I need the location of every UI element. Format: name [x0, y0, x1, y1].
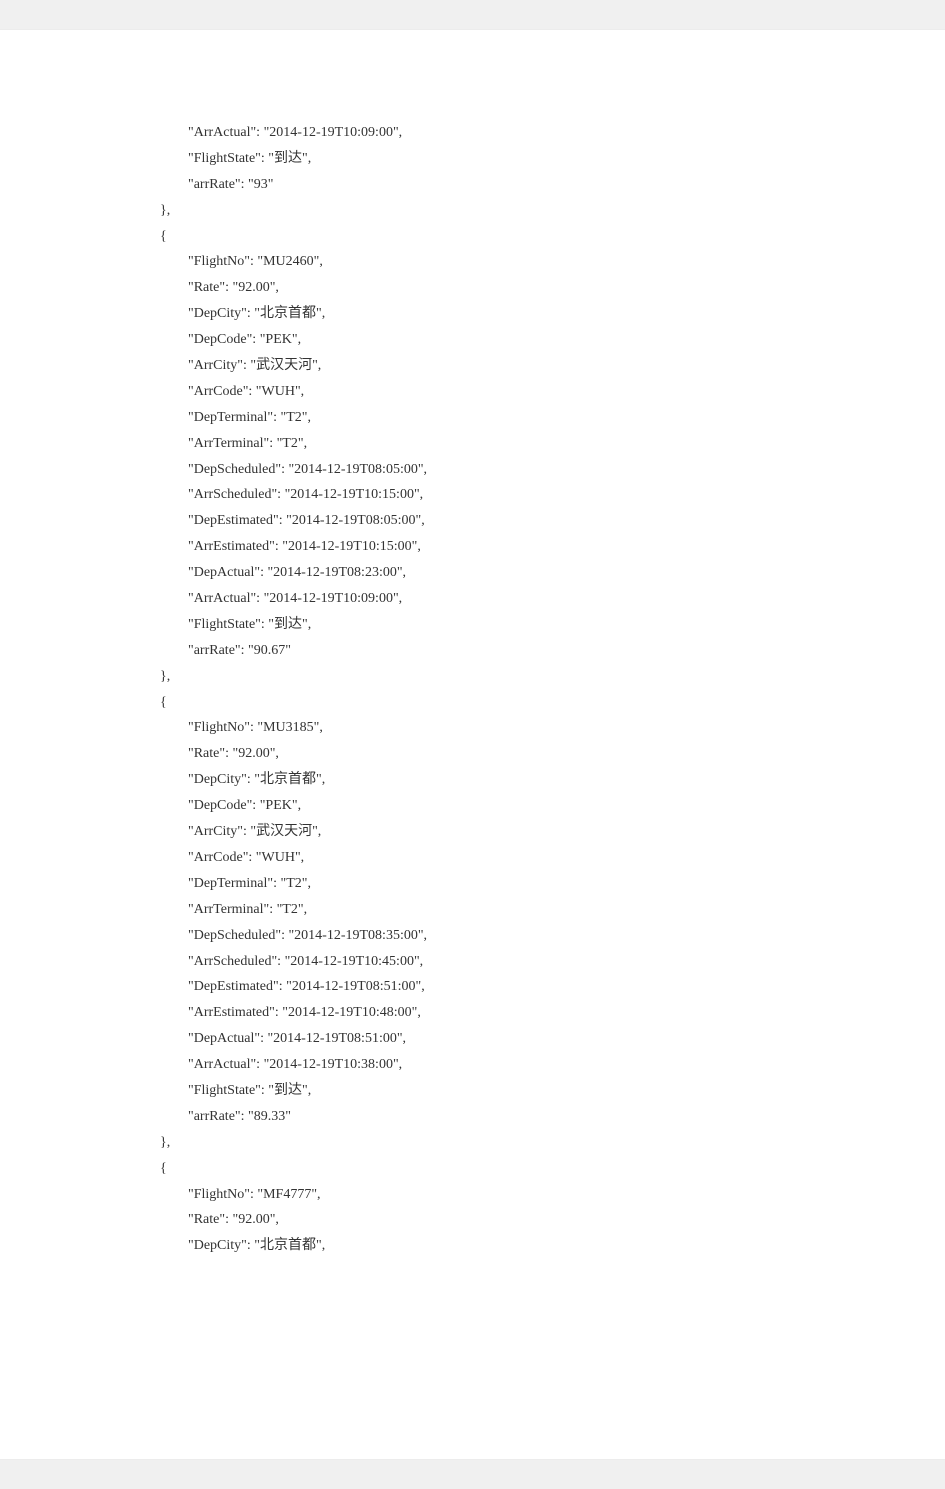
code-line: "ArrActual": "2014-12-19T10:38:00", — [160, 1052, 940, 1078]
code-line: { — [160, 224, 940, 250]
code-line: "DepTerminal": "T2", — [160, 405, 940, 431]
code-line: "DepActual": "2014-12-19T08:23:00", — [160, 560, 940, 586]
code-line: "ArrEstimated": "2014-12-19T10:15:00", — [160, 534, 940, 560]
code-line: "DepTerminal": "T2", — [160, 871, 940, 897]
code-line: "DepScheduled": "2014-12-19T08:05:00", — [160, 457, 940, 483]
code-line: }, — [160, 198, 940, 224]
code-line: }, — [160, 1130, 940, 1156]
code-line: "arrRate": "89.33" — [160, 1104, 940, 1130]
code-line: "FlightState": "到达", — [160, 612, 940, 638]
code-line: "arrRate": "93" — [160, 172, 940, 198]
code-line: "FlightNo": "MU2460", — [160, 249, 940, 275]
code-line: "DepEstimated": "2014-12-19T08:05:00", — [160, 508, 940, 534]
code-line: "DepCity": "北京首都", — [160, 767, 940, 793]
code-line: "DepCode": "PEK", — [160, 327, 940, 353]
code-line: "ArrEstimated": "2014-12-19T10:48:00", — [160, 1000, 940, 1026]
code-line: }, — [160, 664, 940, 690]
code-line: "ArrCity": "武汉天河", — [160, 353, 940, 379]
code-line: "DepCity": "北京首都", — [160, 301, 940, 327]
code-line: "ArrTerminal": "T2", — [160, 431, 940, 457]
document-page: "ArrActual": "2014-12-19T10:09:00", "Fli… — [0, 30, 945, 1459]
code-line: "FlightState": "到达", — [160, 1078, 940, 1104]
code-line: "DepCity": "北京首都", — [160, 1233, 940, 1259]
code-line: { — [160, 690, 940, 716]
code-line: "ArrCity": "武汉天河", — [160, 819, 940, 845]
code-line: "Rate": "92.00", — [160, 741, 940, 767]
code-line: "Rate": "92.00", — [160, 275, 940, 301]
code-line: "ArrActual": "2014-12-19T10:09:00", — [160, 120, 940, 146]
code-line: "ArrScheduled": "2014-12-19T10:45:00", — [160, 949, 940, 975]
code-line: "ArrCode": "WUH", — [160, 845, 940, 871]
code-line: "DepEstimated": "2014-12-19T08:51:00", — [160, 974, 940, 1000]
code-line: "FlightNo": "MF4777", — [160, 1182, 940, 1208]
code-line: "Rate": "92.00", — [160, 1207, 940, 1233]
code-line: { — [160, 1156, 940, 1182]
code-line: "ArrTerminal": "T2", — [160, 897, 940, 923]
code-line: "ArrActual": "2014-12-19T10:09:00", — [160, 586, 940, 612]
code-line: "DepScheduled": "2014-12-19T08:35:00", — [160, 923, 940, 949]
code-line: "arrRate": "90.67" — [160, 638, 940, 664]
code-line: "FlightState": "到达", — [160, 146, 940, 172]
code-block: "ArrActual": "2014-12-19T10:09:00", "Fli… — [160, 120, 940, 1259]
code-line: "ArrCode": "WUH", — [160, 379, 940, 405]
code-line: "FlightNo": "MU3185", — [160, 715, 940, 741]
code-line: "ArrScheduled": "2014-12-19T10:15:00", — [160, 482, 940, 508]
code-line: "DepActual": "2014-12-19T08:51:00", — [160, 1026, 940, 1052]
code-line: "DepCode": "PEK", — [160, 793, 940, 819]
